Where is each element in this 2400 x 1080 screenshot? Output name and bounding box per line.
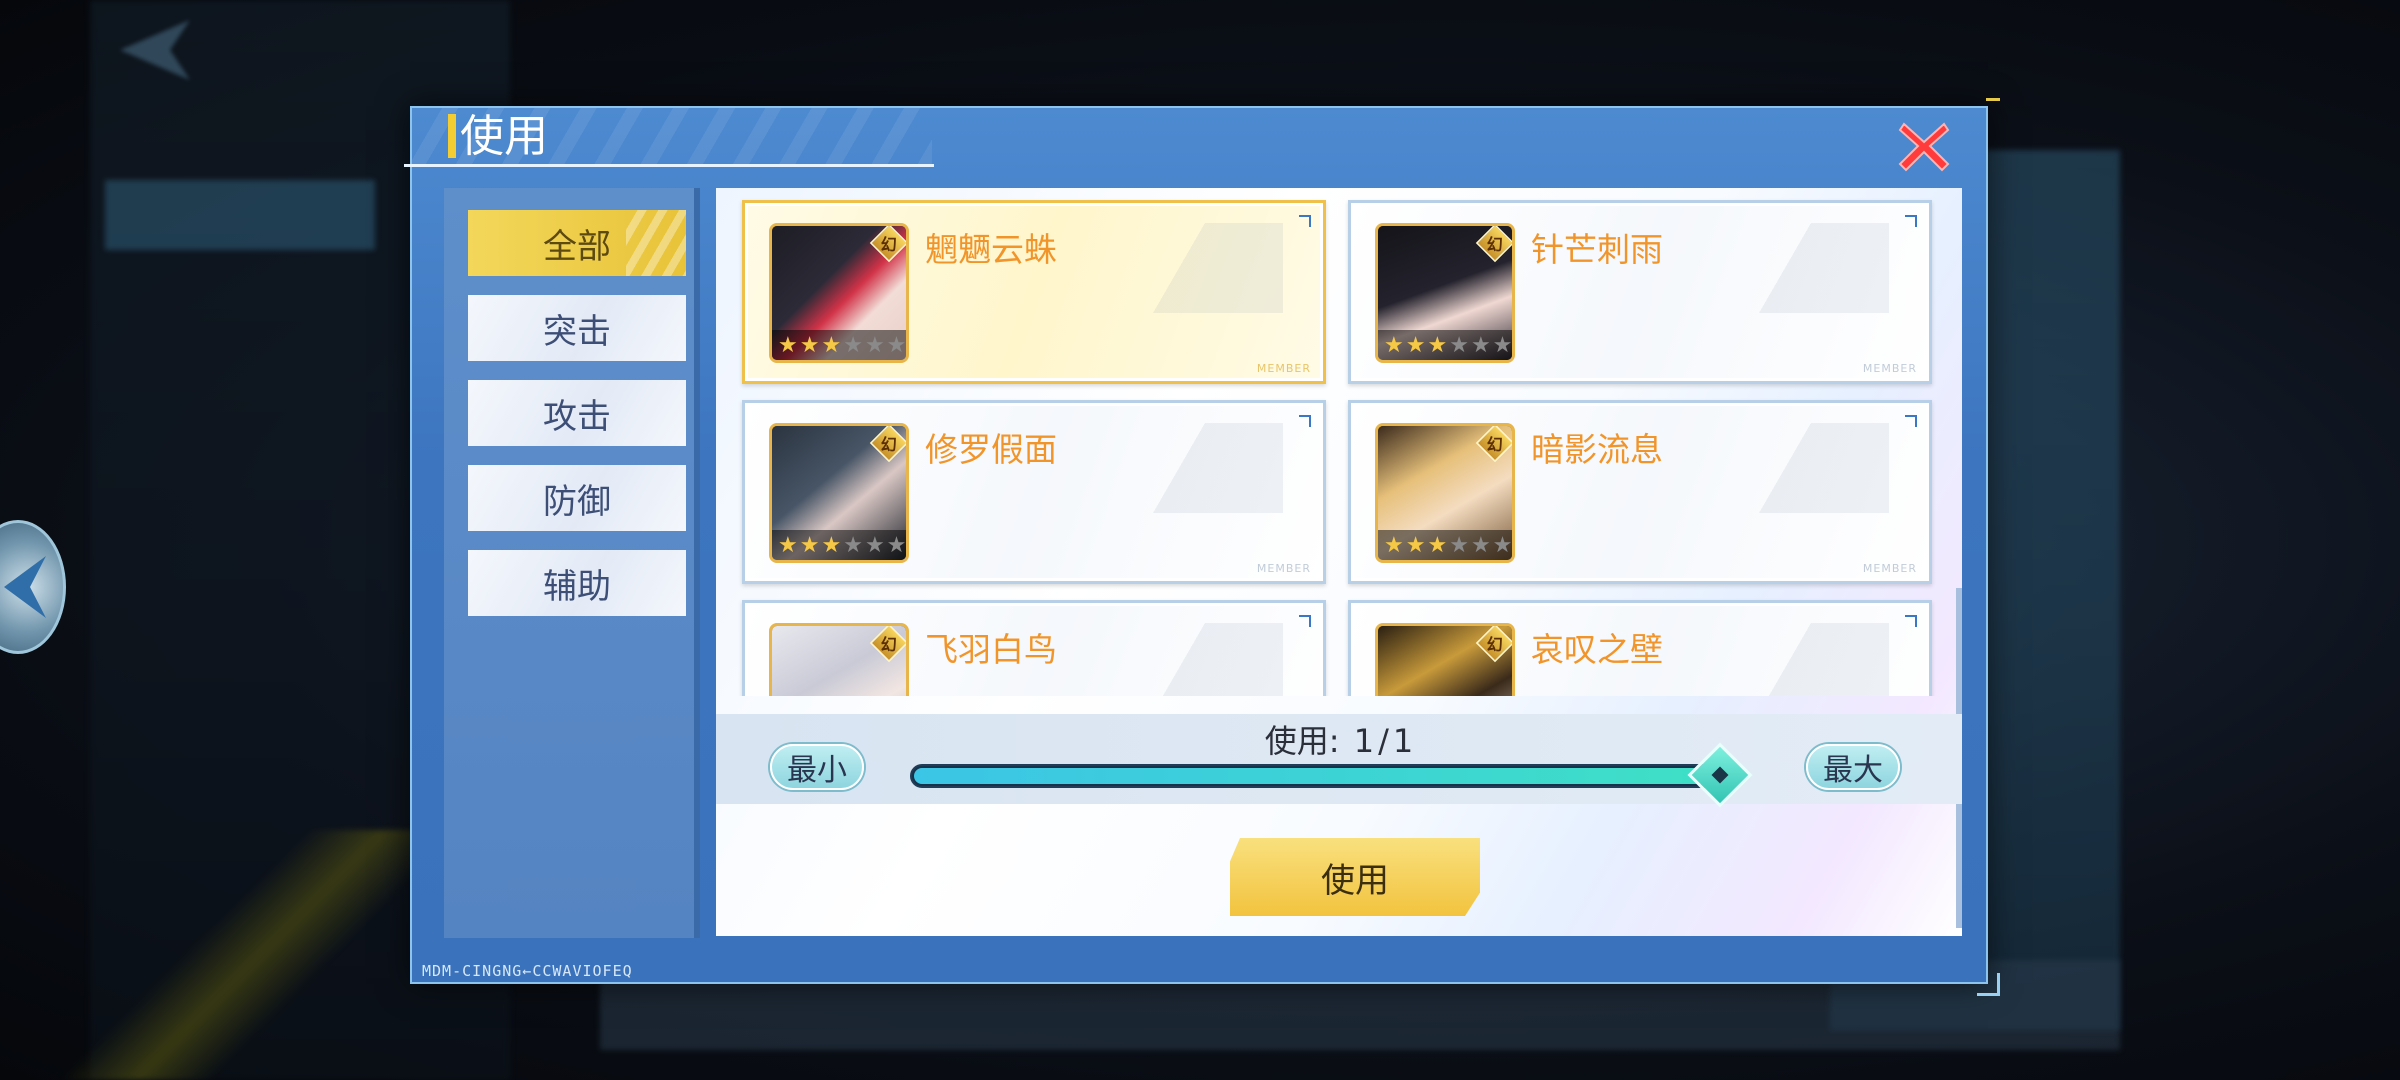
card-corner-mark: [1299, 415, 1311, 427]
background-nav-highlight: [105, 180, 375, 250]
use-count-separator: /: [1378, 722, 1389, 760]
card-corner-mark: [1299, 615, 1311, 627]
star-rating: ★ ★ ★ ★ ★ ★: [772, 530, 906, 560]
item-name: 针芒刺雨: [1531, 230, 1663, 269]
card-decoration: [1629, 223, 1889, 373]
card-corner-mark: [1905, 615, 1917, 627]
side-back-button[interactable]: [0, 520, 66, 654]
member-tag: MEMBER: [1256, 362, 1311, 375]
card-corner-mark: [1299, 215, 1311, 227]
dialog-title: 使用: [460, 111, 548, 162]
item-card[interactable]: 幻 哀叹之壁: [1348, 600, 1932, 696]
item-name: 暗影流息: [1531, 430, 1663, 469]
card-corner-mark: [1905, 215, 1917, 227]
use-count-current: 1: [1353, 722, 1375, 760]
star-rating: ★ ★ ★ ★ ★ ★: [1378, 530, 1512, 560]
use-count-total: 1: [1392, 722, 1414, 760]
category-defense[interactable]: 防御: [468, 465, 686, 531]
card-decoration: [1629, 623, 1889, 696]
character-portrait: 幻 ★ ★ ★ ★ ★ ★: [769, 223, 909, 363]
title-accent-bar: [448, 114, 456, 158]
category-assault[interactable]: 突击: [468, 295, 686, 361]
item-card[interactable]: 幻 飞羽白鸟: [742, 600, 1326, 696]
card-decoration: [1023, 223, 1283, 373]
dialog-title-bar: 使用: [412, 108, 932, 166]
use-button[interactable]: 使用: [1230, 838, 1480, 916]
background-back-icon: [120, 20, 190, 80]
item-name: 修罗假面: [925, 430, 1057, 469]
card-corner-mark: [1905, 415, 1917, 427]
title-underline: [404, 164, 934, 167]
item-card[interactable]: 幻 ★ ★ ★ ★ ★ ★ 修罗假面 MEMBER: [742, 400, 1326, 584]
chevron-left-icon: [4, 556, 46, 618]
item-grid: 幻 ★ ★ ★ ★ ★ ★ 魍魉云蛛 MEMBER 幻 ★ ★ ★ ★ ★ ★ …: [716, 188, 1962, 696]
quantity-selector: 使用: 1/1 最小 最大: [716, 714, 1962, 808]
member-tag: MEMBER: [1862, 562, 1917, 575]
character-portrait: 幻 ★ ★ ★ ★ ★ ★: [769, 423, 909, 563]
min-button[interactable]: 最小: [770, 744, 864, 790]
quantity-slider[interactable]: [910, 742, 1753, 808]
content-area: 幻 ★ ★ ★ ★ ★ ★ 魍魉云蛛 MEMBER 幻 ★ ★ ★ ★ ★ ★ …: [716, 188, 1962, 936]
game-screen: 使用 全部 突击 攻击 防御 辅助 幻 ★ ★ ★ ★ ★ ★ 魍魉云蛛 MEM…: [0, 0, 2400, 1080]
character-portrait: 幻: [769, 623, 909, 696]
card-decoration: [1023, 423, 1283, 573]
use-count-label: 使用: 1/1: [1264, 722, 1414, 760]
category-attack[interactable]: 攻击: [468, 380, 686, 446]
category-panel: 全部 突击 攻击 防御 辅助: [444, 188, 700, 938]
item-card[interactable]: 幻 ★ ★ ★ ★ ★ ★ 暗影流息 MEMBER: [1348, 400, 1932, 584]
character-portrait: 幻 ★ ★ ★ ★ ★ ★: [1375, 223, 1515, 363]
footer-code: MDM-CINGNG←CCWAVIOFEQ: [422, 962, 633, 980]
star-rating: ★ ★ ★ ★ ★ ★: [772, 330, 906, 360]
item-card[interactable]: 幻 ★ ★ ★ ★ ★ ★ 针芒刺雨 MEMBER: [1348, 200, 1932, 384]
character-portrait: 幻: [1375, 623, 1515, 696]
use-item-dialog: 使用 全部 突击 攻击 防御 辅助 幻 ★ ★ ★ ★ ★ ★ 魍魉云蛛 MEM…: [404, 98, 2000, 996]
item-name: 哀叹之壁: [1531, 630, 1663, 669]
close-x-icon: [1898, 122, 1950, 172]
slider-fill: [914, 768, 1726, 784]
card-decoration: [1023, 623, 1283, 696]
category-all[interactable]: 全部: [468, 210, 686, 276]
item-card[interactable]: 幻 ★ ★ ★ ★ ★ ★ 魍魉云蛛 MEMBER: [742, 200, 1326, 384]
item-name: 飞羽白鸟: [925, 630, 1057, 669]
member-tag: MEMBER: [1256, 562, 1311, 575]
item-name: 魍魉云蛛: [925, 230, 1057, 269]
max-button[interactable]: 最大: [1806, 744, 1900, 790]
star-rating: ★ ★ ★ ★ ★ ★: [1378, 330, 1512, 360]
category-support[interactable]: 辅助: [468, 550, 686, 616]
close-button[interactable]: [1896, 118, 1952, 174]
card-decoration: [1629, 423, 1889, 573]
member-tag: MEMBER: [1862, 362, 1917, 375]
character-portrait: 幻 ★ ★ ★ ★ ★ ★: [1375, 423, 1515, 563]
